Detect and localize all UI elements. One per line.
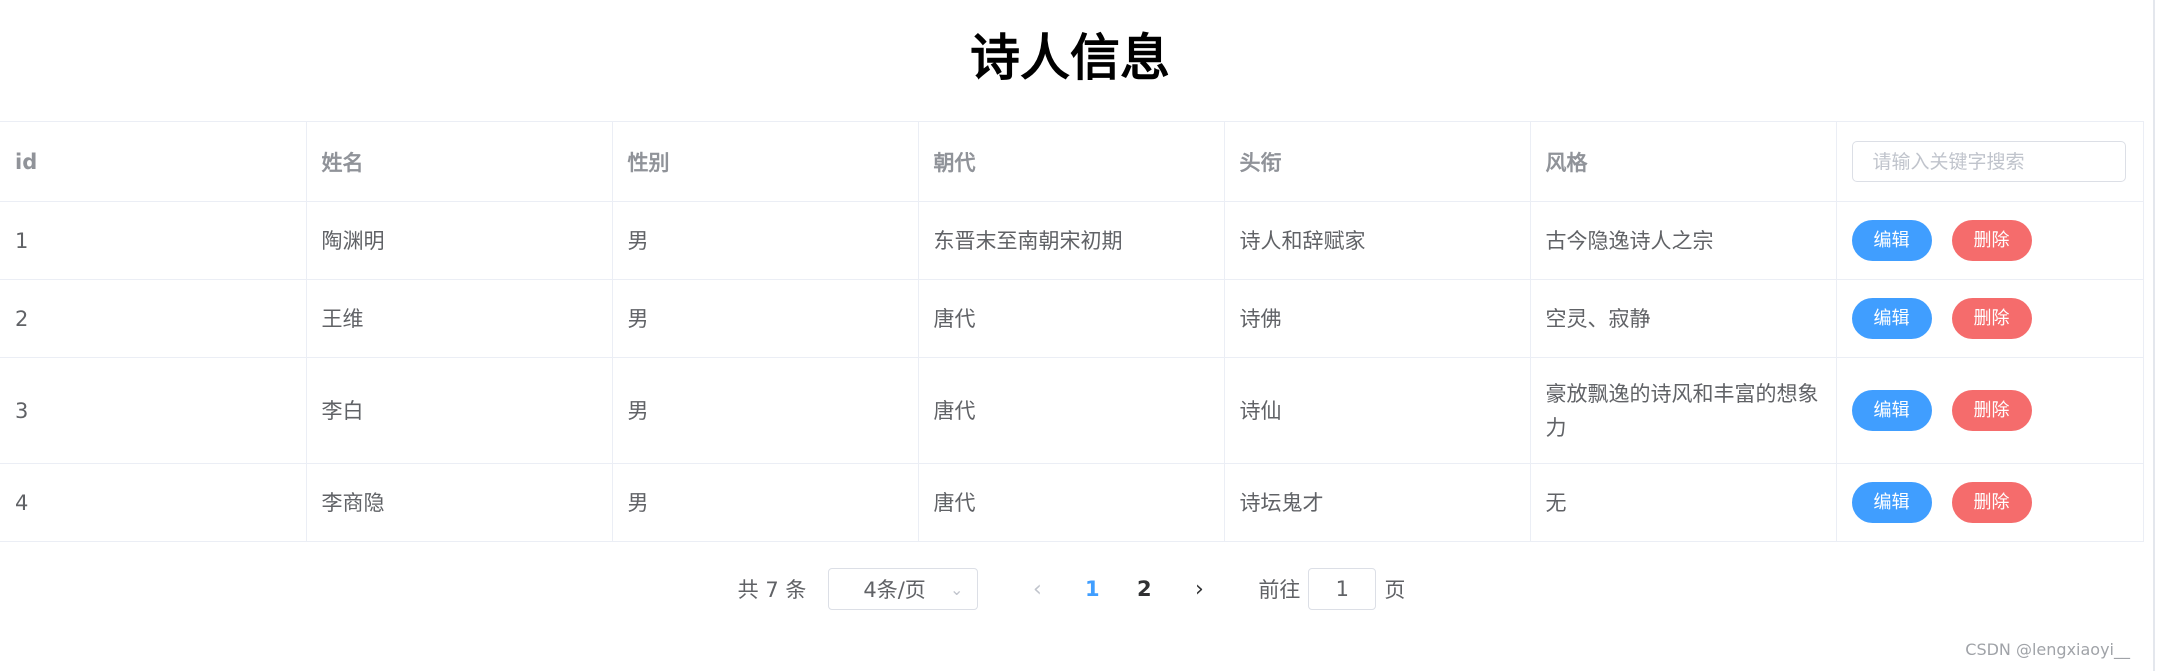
edit-button[interactable]: 编辑 bbox=[1851, 220, 1932, 261]
chevron-right-icon: › bbox=[1194, 576, 1204, 602]
prev-page-button[interactable]: ‹ bbox=[1008, 568, 1066, 610]
column-header-search bbox=[1836, 121, 2144, 202]
table-header-row: id 姓名 性别 朝代 头衔 风格 bbox=[0, 121, 2144, 202]
table-row: 4 李商隐 男 唐代 诗坛鬼才 无 编辑 删除 bbox=[0, 463, 2144, 542]
cell-actions: 编辑 删除 bbox=[1836, 463, 2144, 542]
cell-style: 无 bbox=[1530, 463, 1837, 542]
cell-style: 空灵、寂静 bbox=[1530, 279, 1837, 358]
goto-page-input[interactable] bbox=[1308, 568, 1377, 610]
poet-table: id 姓名 性别 朝代 头衔 风格 1 陶渊明 男 东晋末至南朝宋初期 诗人和辞… bbox=[0, 121, 2144, 542]
table-row: 2 王维 男 唐代 诗佛 空灵、寂静 编辑 删除 bbox=[0, 279, 2144, 358]
cell-gender: 男 bbox=[612, 279, 919, 358]
column-header-gender: 性别 bbox=[612, 121, 919, 202]
page-size-value: 4条/页 bbox=[863, 578, 926, 602]
delete-button[interactable]: 删除 bbox=[1951, 390, 2032, 431]
cell-id: 1 bbox=[0, 201, 307, 280]
cell-actions: 编辑 删除 bbox=[1836, 357, 2144, 464]
cell-name: 王维 bbox=[306, 279, 613, 358]
page-size-select[interactable]: 4条/页 ⌄ bbox=[828, 568, 979, 610]
goto-prefix: 前往 bbox=[1258, 578, 1301, 602]
cell-actions: 编辑 删除 bbox=[1836, 201, 2144, 280]
cell-title: 诗佛 bbox=[1224, 279, 1531, 358]
table-row: 3 李白 男 唐代 诗仙 豪放飘逸的诗风和丰富的想象力 编辑 删除 bbox=[0, 357, 2144, 464]
cell-style: 豪放飘逸的诗风和丰富的想象力 bbox=[1530, 357, 1837, 464]
goto-suffix: 页 bbox=[1384, 578, 1406, 602]
pagination-total: 共 7 条 bbox=[737, 578, 807, 602]
page-title: 诗人信息 bbox=[970, 29, 1170, 87]
cell-name: 李白 bbox=[306, 357, 613, 464]
edit-button[interactable]: 编辑 bbox=[1851, 298, 1932, 339]
pagination: 共 7 条 4条/页 ⌄ ‹ 1 2 › 前往 页 bbox=[0, 568, 2143, 610]
cell-gender: 男 bbox=[612, 463, 919, 542]
watermark: CSDN @lengxiaoyi__ bbox=[1965, 640, 2130, 659]
next-page-button[interactable]: › bbox=[1170, 568, 1228, 610]
column-header-title: 头衔 bbox=[1224, 121, 1531, 202]
cell-id: 2 bbox=[0, 279, 307, 358]
delete-button[interactable]: 删除 bbox=[1951, 220, 2032, 261]
column-header-style: 风格 bbox=[1530, 121, 1837, 202]
column-header-id: id bbox=[0, 121, 307, 202]
cell-title: 诗人和辞赋家 bbox=[1224, 201, 1531, 280]
table-row: 1 陶渊明 男 东晋末至南朝宋初期 诗人和辞赋家 古今隐逸诗人之宗 编辑 删除 bbox=[0, 201, 2144, 280]
edit-button[interactable]: 编辑 bbox=[1851, 390, 1932, 431]
cell-dynasty: 唐代 bbox=[918, 357, 1225, 464]
page: 诗人信息 id 姓名 性别 朝代 头衔 风格 1 陶渊明 bbox=[0, 0, 2158, 671]
cell-dynasty: 东晋末至南朝宋初期 bbox=[918, 201, 1225, 280]
cell-id: 4 bbox=[0, 463, 307, 542]
chevron-left-icon: ‹ bbox=[1032, 576, 1042, 602]
edit-button[interactable]: 编辑 bbox=[1851, 482, 1932, 523]
delete-button[interactable]: 删除 bbox=[1951, 298, 2032, 339]
cell-gender: 男 bbox=[612, 201, 919, 280]
cell-dynasty: 唐代 bbox=[918, 463, 1225, 542]
column-header-name: 姓名 bbox=[306, 121, 613, 202]
right-divider bbox=[2153, 0, 2155, 671]
cell-dynasty: 唐代 bbox=[918, 279, 1225, 358]
page-jumper: 前往 页 bbox=[1258, 568, 1405, 610]
cell-name: 李商隐 bbox=[306, 463, 613, 542]
delete-button[interactable]: 删除 bbox=[1951, 482, 2032, 523]
cell-actions: 编辑 删除 bbox=[1836, 279, 2144, 358]
cell-style: 古今隐逸诗人之宗 bbox=[1530, 201, 1837, 280]
cell-gender: 男 bbox=[612, 357, 919, 464]
page-number-2[interactable]: 2 bbox=[1118, 568, 1170, 610]
page-number-1[interactable]: 1 bbox=[1066, 568, 1118, 610]
search-input[interactable] bbox=[1851, 141, 2126, 182]
cell-name: 陶渊明 bbox=[306, 201, 613, 280]
chevron-down-icon: ⌄ bbox=[949, 579, 964, 599]
cell-id: 3 bbox=[0, 357, 307, 464]
cell-title: 诗仙 bbox=[1224, 357, 1531, 464]
cell-title: 诗坛鬼才 bbox=[1224, 463, 1531, 542]
column-header-dynasty: 朝代 bbox=[918, 121, 1225, 202]
